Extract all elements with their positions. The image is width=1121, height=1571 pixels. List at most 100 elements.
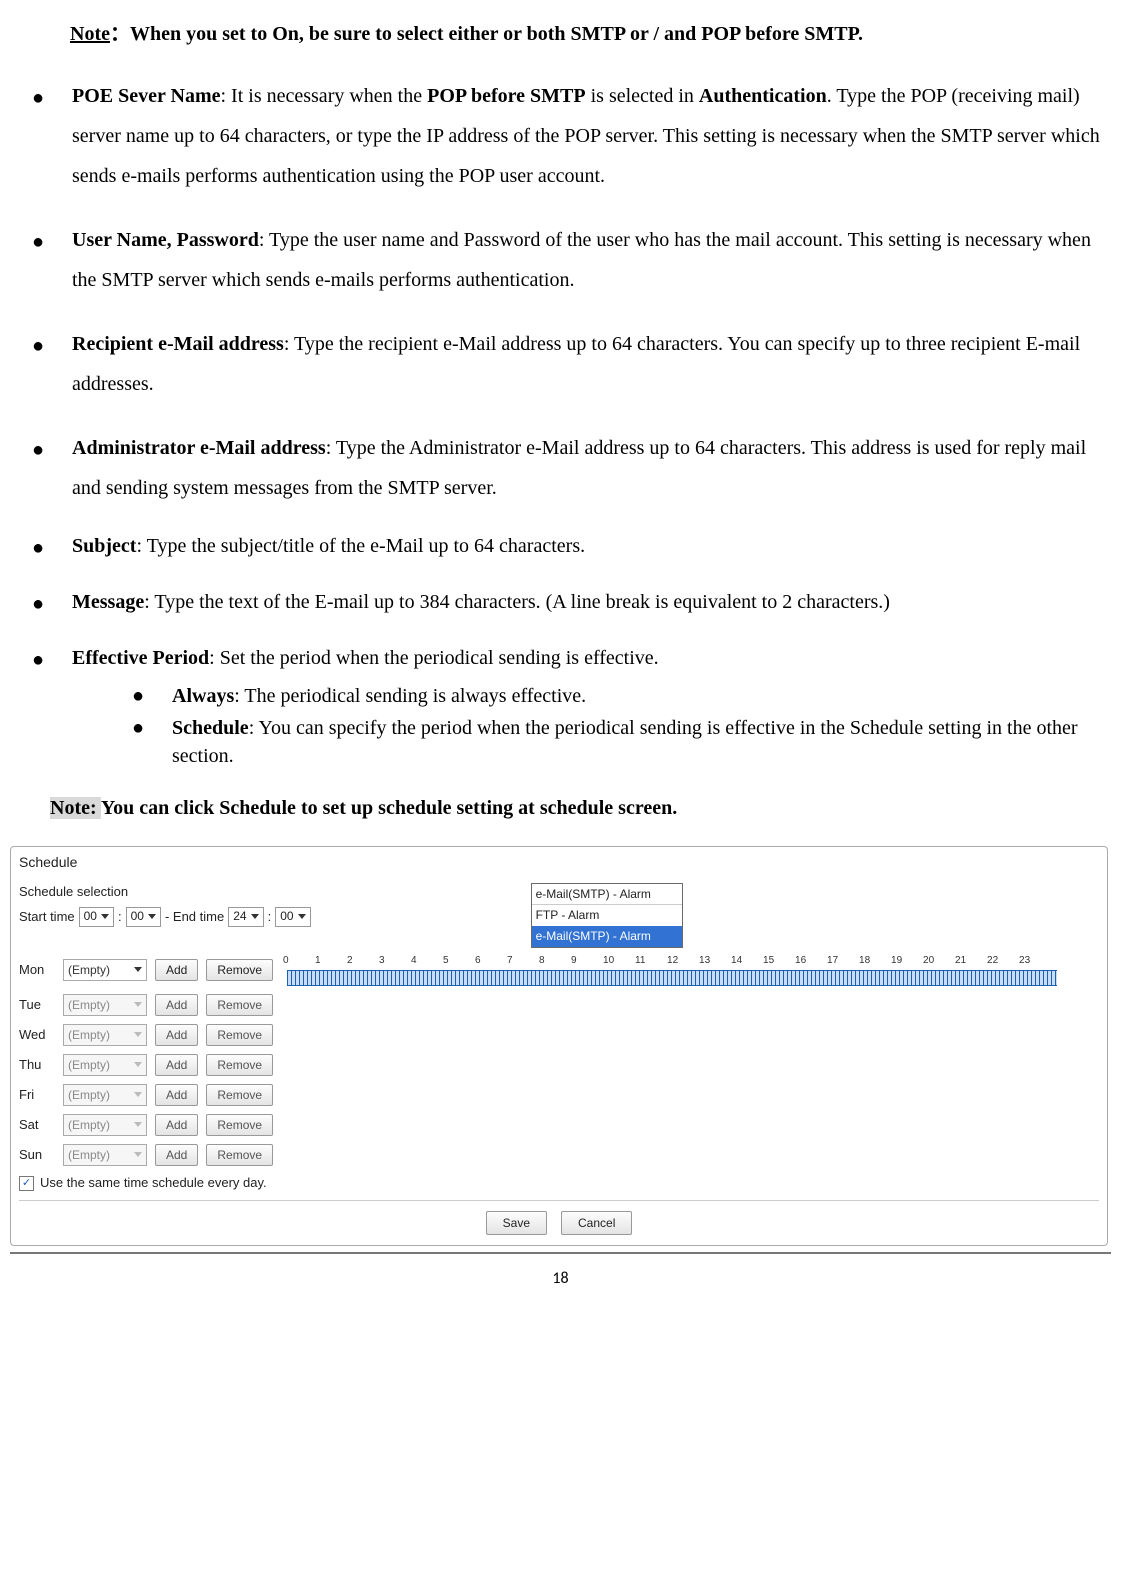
remove-button[interactable]: Remove: [206, 959, 273, 981]
day-select[interactable]: (Empty): [63, 959, 147, 981]
day-select: (Empty): [63, 1084, 147, 1106]
hour-tick: 19: [891, 954, 923, 968]
dropdown-head-label: e-Mail(SMTP) - Alarm: [536, 886, 651, 903]
sub-schedule: Schedule: You can specify the period whe…: [132, 714, 1111, 770]
start-hour-value: 00: [84, 908, 97, 925]
end-hour-value: 24: [233, 908, 246, 925]
day-row-fri: Fri(Empty)AddRemove: [19, 1084, 1099, 1106]
note-schedule: Note: You can click Schedule to set up s…: [50, 794, 1111, 822]
cancel-button[interactable]: Cancel: [561, 1211, 632, 1235]
top-note: Note：When you set to On, be sure to sele…: [70, 20, 1111, 48]
time-row: Start time 00 : 00 - End time 24 : 00: [19, 907, 311, 927]
user-label: User Name, Password: [72, 229, 259, 251]
chevron-down-icon: [134, 1032, 142, 1037]
schedule-text: : You can specify the period when the pe…: [172, 717, 1078, 767]
recip-label: Recipient e-Mail address: [72, 333, 284, 355]
chevron-down-icon: [134, 1062, 142, 1067]
schedule-selection-dropdown[interactable]: e-Mail(SMTP) - Alarm FTP - Alarme-Mail(S…: [531, 883, 683, 948]
poe-b1: POP before SMTP: [427, 85, 586, 107]
note2-t1: You can click: [101, 797, 219, 819]
day-select: (Empty): [63, 1024, 147, 1046]
divider: [19, 1200, 1099, 1201]
day-row-sun: Sun(Empty)AddRemove: [19, 1144, 1099, 1166]
day-row-tue: Tue(Empty)AddRemove: [19, 994, 1099, 1016]
note2-prefix: Note:: [50, 797, 101, 819]
day-label: Thu: [19, 1056, 55, 1074]
dropdown-head[interactable]: e-Mail(SMTP) - Alarm: [532, 884, 682, 906]
start-hour-select[interactable]: 00: [79, 907, 114, 927]
chevron-down-icon: [298, 914, 306, 919]
day-select: (Empty): [63, 1114, 147, 1136]
bullet-message: Message: Type the text of the E-mail up …: [32, 588, 1111, 616]
dropdown-item[interactable]: FTP - Alarm: [532, 905, 682, 926]
start-time-label: Start time: [19, 908, 75, 926]
remove-button: Remove: [206, 1084, 273, 1106]
note2-t2: to set up schedule setting at schedule s…: [296, 797, 677, 819]
remove-button: Remove: [206, 1144, 273, 1166]
bullet-effective: Effective Period: Set the period when th…: [32, 644, 1111, 770]
bullet-poe: POE Sever Name: It is necessary when the…: [32, 76, 1111, 196]
start-min-value: 00: [131, 908, 144, 925]
same-time-row: ✓ Use the same time schedule every day.: [19, 1174, 1099, 1192]
chevron-down-icon: [134, 1002, 142, 1007]
poe-label: POE Sever Name: [72, 85, 221, 107]
hour-tick: 18: [859, 954, 891, 968]
timeline-bar: [287, 970, 1057, 986]
note-text: When you set to On, be sure to select ei…: [130, 23, 863, 45]
bullet-user: User Name, Password: Type the user name …: [32, 220, 1111, 300]
day-row-wed: Wed (Empty) Add Remove: [19, 1024, 1099, 1046]
subject-label: Subject: [72, 535, 136, 557]
bullet-admin: Administrator e-Mail address: Type the A…: [32, 428, 1111, 508]
poe-t1: : It is necessary when the: [221, 85, 428, 107]
day-label: Wed: [19, 1026, 55, 1044]
always-text: : The periodical sending is always effec…: [234, 685, 586, 707]
colon2: :: [268, 908, 272, 926]
add-button[interactable]: Add: [155, 959, 198, 981]
chevron-down-icon: [134, 1092, 142, 1097]
chevron-down-icon: [134, 1152, 142, 1157]
effective-label: Effective Period: [72, 647, 209, 669]
save-button[interactable]: Save: [486, 1211, 547, 1235]
sub-always: Always: The periodical sending is always…: [132, 682, 1111, 710]
remove-button: Remove: [206, 994, 273, 1016]
day-label: Sat: [19, 1116, 55, 1134]
hour-tick: 15: [763, 954, 795, 968]
poe-b2: Authentication: [699, 85, 827, 107]
hour-tick: 2: [347, 954, 379, 968]
end-min-select[interactable]: 00: [275, 907, 310, 927]
add-button: Add: [155, 994, 198, 1016]
same-time-checkbox[interactable]: ✓: [19, 1176, 34, 1191]
dropdown-item[interactable]: e-Mail(SMTP) - Alarm: [532, 926, 682, 947]
note2-b1: Schedule: [219, 797, 296, 819]
hour-tick: 4: [411, 954, 443, 968]
hour-tick: 11: [635, 954, 667, 968]
schedule-selection-label: Schedule selection: [19, 883, 311, 901]
note-sep: ：: [110, 23, 130, 45]
schedule-title: Schedule: [19, 853, 1099, 873]
hour-tick: 6: [475, 954, 507, 968]
hour-tick: 16: [795, 954, 827, 968]
chevron-down-icon: [101, 914, 109, 919]
add-button: Add: [155, 1024, 198, 1046]
chevron-down-icon: [148, 914, 156, 919]
day-row-mon: Mon(Empty)AddRemove012345678910111213141…: [19, 954, 1099, 986]
remove-button: Remove: [206, 1114, 273, 1136]
always-label: Always: [172, 685, 234, 707]
add-button: Add: [155, 1054, 198, 1076]
start-min-select[interactable]: 00: [126, 907, 161, 927]
remove-button: Remove: [206, 1024, 273, 1046]
end-time-label: - End time: [165, 908, 224, 926]
colon1: :: [118, 908, 122, 926]
message-text: : Type the text of the E-mail up to 384 …: [144, 591, 890, 613]
note-prefix: Note: [70, 23, 110, 45]
end-hour-select[interactable]: 24: [228, 907, 263, 927]
day-label: Mon: [19, 961, 55, 979]
day-row-thu: Thu(Empty)AddRemove: [19, 1054, 1099, 1076]
hour-tick: 10: [603, 954, 635, 968]
add-button: Add: [155, 1114, 198, 1136]
day-label: Fri: [19, 1086, 55, 1104]
add-button: Add: [155, 1144, 198, 1166]
hour-tick: 0: [283, 954, 315, 968]
hour-tick: 23: [1019, 954, 1051, 968]
message-label: Message: [72, 591, 144, 613]
